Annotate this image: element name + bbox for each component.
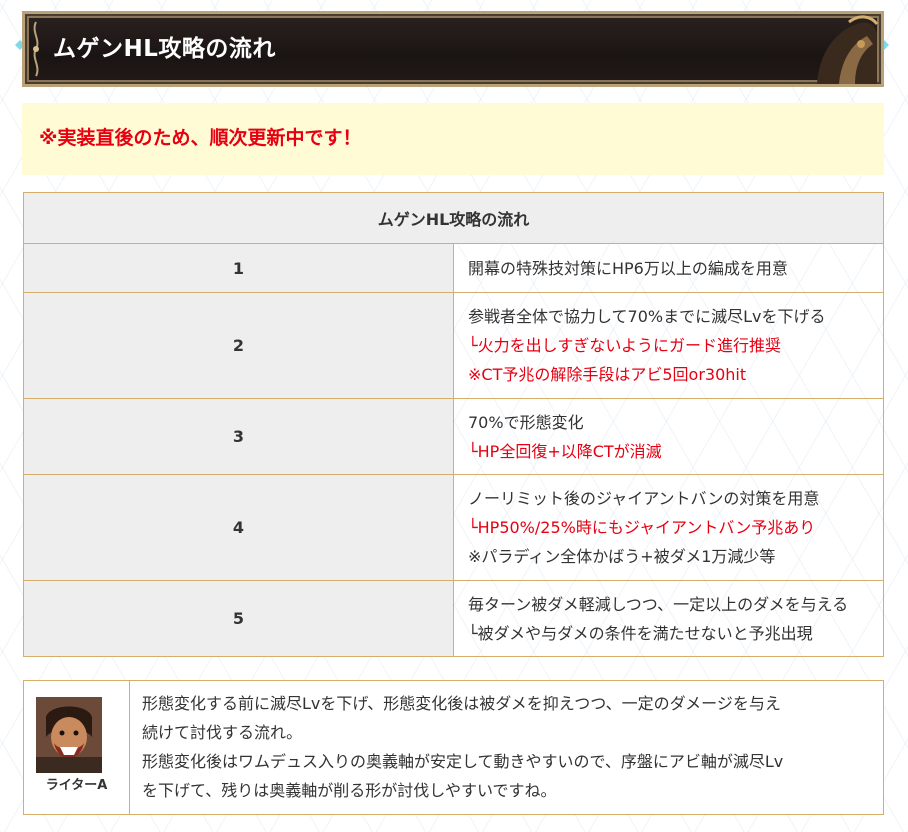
table-row: 3 70%で形態変化 └HP全回復+以降CTが消滅	[23, 398, 884, 475]
writer-comment: 形態変化する前に滅尽Lvを下げ、形態変化後は被ダメを抑えつつ、一定のダメージを与…	[142, 689, 872, 805]
step-line-highlight: └火力を出しすぎないようにガード進行推奨	[468, 336, 781, 355]
update-notice: ※実装直後のため、順次更新中です！	[22, 103, 884, 175]
writer-avatar-icon	[36, 697, 102, 773]
notice-text: ※実装直後のため、順次更新中です！	[39, 127, 362, 149]
step-number: 2	[23, 292, 454, 399]
step-line-highlight: └HP50%/25%時にもジャイアントバン予兆あり	[468, 518, 816, 537]
step-line: ノーリミット後のジャイアントバンの対策を用意	[468, 489, 820, 508]
comment-line: 形態変化する前に滅尽Lvを下げ、形態変化後は被ダメを抑えつつ、一定のダメージを与…	[142, 694, 781, 713]
step-number: 3	[23, 398, 454, 475]
writer-comment-box: ライターA 形態変化する前に滅尽Lvを下げ、形態変化後は被ダメを抑えつつ、一定の…	[23, 680, 884, 815]
writer-profile: ライターA	[24, 681, 130, 814]
step-line: 毎ターン被ダメ軽減しつつ、一定以上のダメを与える	[468, 594, 849, 614]
step-line: └被ダメや与ダメの条件を満たせないと予兆出現	[468, 623, 813, 643]
table-row: 2 参戦者全体で協力して70%までに滅尽Lvを下げる └火力を出しすぎないように…	[23, 292, 884, 399]
step-number: 4	[23, 474, 454, 581]
step-content: 参戦者全体で協力して70%までに滅尽Lvを下げる └火力を出しすぎないようにガー…	[453, 292, 884, 399]
writer-name: ライターA	[45, 778, 108, 793]
section-banner: ムゲンHL攻略の流れ	[22, 11, 884, 87]
step-line: 参戦者全体で協力して70%までに滅尽Lvを下げる	[468, 307, 826, 326]
banner-ornament-icon	[33, 21, 39, 77]
step-line: 70%で形態変化	[468, 412, 584, 432]
step-content: 開幕の特殊技対策にHP6万以上の編成を用意	[453, 243, 884, 293]
table-header: ムゲンHL攻略の流れ	[23, 192, 884, 244]
step-line: 開幕の特殊技対策にHP6万以上の編成を用意	[468, 258, 788, 278]
strategy-flow-table: ムゲンHL攻略の流れ 1 開幕の特殊技対策にHP6万以上の編成を用意 2 参戦者…	[23, 192, 884, 657]
table-header-row: ムゲンHL攻略の流れ	[23, 192, 884, 244]
step-content: 毎ターン被ダメ軽減しつつ、一定以上のダメを与える └被ダメや与ダメの条件を満たせ…	[453, 580, 884, 657]
step-content: ノーリミット後のジャイアントバンの対策を用意 └HP50%/25%時にもジャイア…	[453, 474, 884, 581]
table-row: 5 毎ターン被ダメ軽減しつつ、一定以上のダメを与える └被ダメや与ダメの条件を満…	[23, 580, 884, 657]
boss-portrait-icon	[817, 15, 879, 84]
comment-line: 形態変化後はワムデュス入りの奥義軸が安定して動きやすいので、序盤にアビ軸が滅尽L…	[142, 752, 784, 771]
table-row: 4 ノーリミット後のジャイアントバンの対策を用意 └HP50%/25%時にもジャ…	[23, 474, 884, 581]
comment-line: を下げて、残りは奥義軸が削る形が討伐しやすいですね。	[142, 781, 557, 800]
banner-title: ムゲンHL攻略の流れ	[53, 36, 276, 62]
step-number: 5	[23, 580, 454, 657]
step-content: 70%で形態変化 └HP全回復+以降CTが消滅	[453, 398, 884, 475]
step-line-highlight: ※CT予兆の解除手段はアビ5回or30hit	[468, 365, 747, 384]
step-line-highlight: └HP全回復+以降CTが消滅	[468, 441, 662, 461]
table-row: 1 開幕の特殊技対策にHP6万以上の編成を用意	[23, 243, 884, 293]
step-line: ※パラディン全体かばう+被ダメ1万減少等	[468, 547, 776, 566]
step-number: 1	[23, 243, 454, 293]
comment-line: 続けて討伐する流れ。	[142, 723, 303, 742]
